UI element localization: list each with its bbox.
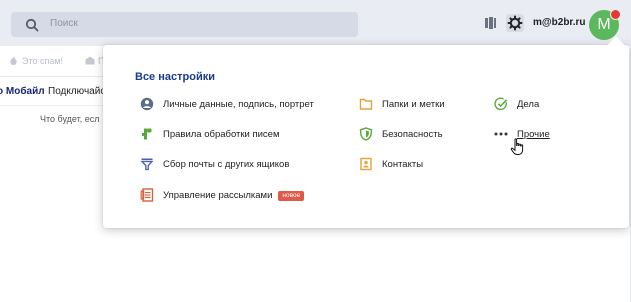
settings-item-label: Управление рассылками новое	[163, 190, 305, 201]
search-icon	[25, 18, 39, 32]
settings-item-label: Безопасность	[382, 129, 443, 140]
settings-dropdown: Все настройки Личные данные, подпись, по…	[103, 36, 629, 228]
mail-open-icon[interactable]	[85, 56, 95, 65]
top-header: Поиск m@b2br.ru M	[0, 0, 631, 46]
shield-icon	[359, 127, 373, 141]
mail-row[interactable]: о Мобайл Подключайс	[0, 77, 120, 106]
newsletter-icon	[140, 188, 154, 202]
settings-item-label: Правила обработки писем	[163, 129, 280, 140]
contacts-icon	[360, 157, 372, 171]
search-placeholder: Поиск	[50, 18, 78, 29]
settings-item-label: Дела	[517, 99, 540, 110]
more-icon	[494, 132, 508, 136]
settings-item-label: Контакты	[382, 159, 424, 170]
check-icon	[494, 97, 508, 111]
newsletters-label-text: Управление рассылками	[163, 190, 273, 201]
mail-snippet: Что будет, есл	[40, 114, 100, 124]
mail-row-snippet[interactable]: Что будет, есл	[0, 106, 120, 134]
search-bar[interactable]: Поиск	[11, 12, 358, 37]
user-email[interactable]: m@b2br.ru	[533, 17, 586, 28]
settings-title[interactable]: Все настройки	[135, 71, 215, 83]
spam-label: Это спам!	[22, 56, 64, 66]
mail-toolbar: Это спам! П	[0, 46, 120, 77]
settings-item-label: Папки и метки	[382, 99, 445, 110]
settings-item-label: Личные данные, подпись, портрет	[163, 99, 314, 110]
rules-icon	[142, 128, 152, 140]
flame-icon	[10, 56, 17, 65]
person-icon	[140, 97, 154, 111]
spam-button[interactable]: Это спам!	[9, 56, 63, 66]
gear-icon[interactable]	[505, 13, 525, 33]
new-badge: новое	[278, 191, 305, 201]
sidebar-toggle-icon[interactable]	[480, 13, 500, 33]
mail-subject: Подключайс	[48, 86, 106, 97]
folder-icon	[359, 98, 373, 110]
filter-icon	[140, 158, 154, 171]
notification-dot	[610, 9, 621, 20]
mail-sender: о Мобайл	[0, 86, 45, 97]
settings-item-label: Сбор почты с других ящиков	[163, 159, 290, 170]
hand-cursor-icon	[510, 138, 524, 155]
